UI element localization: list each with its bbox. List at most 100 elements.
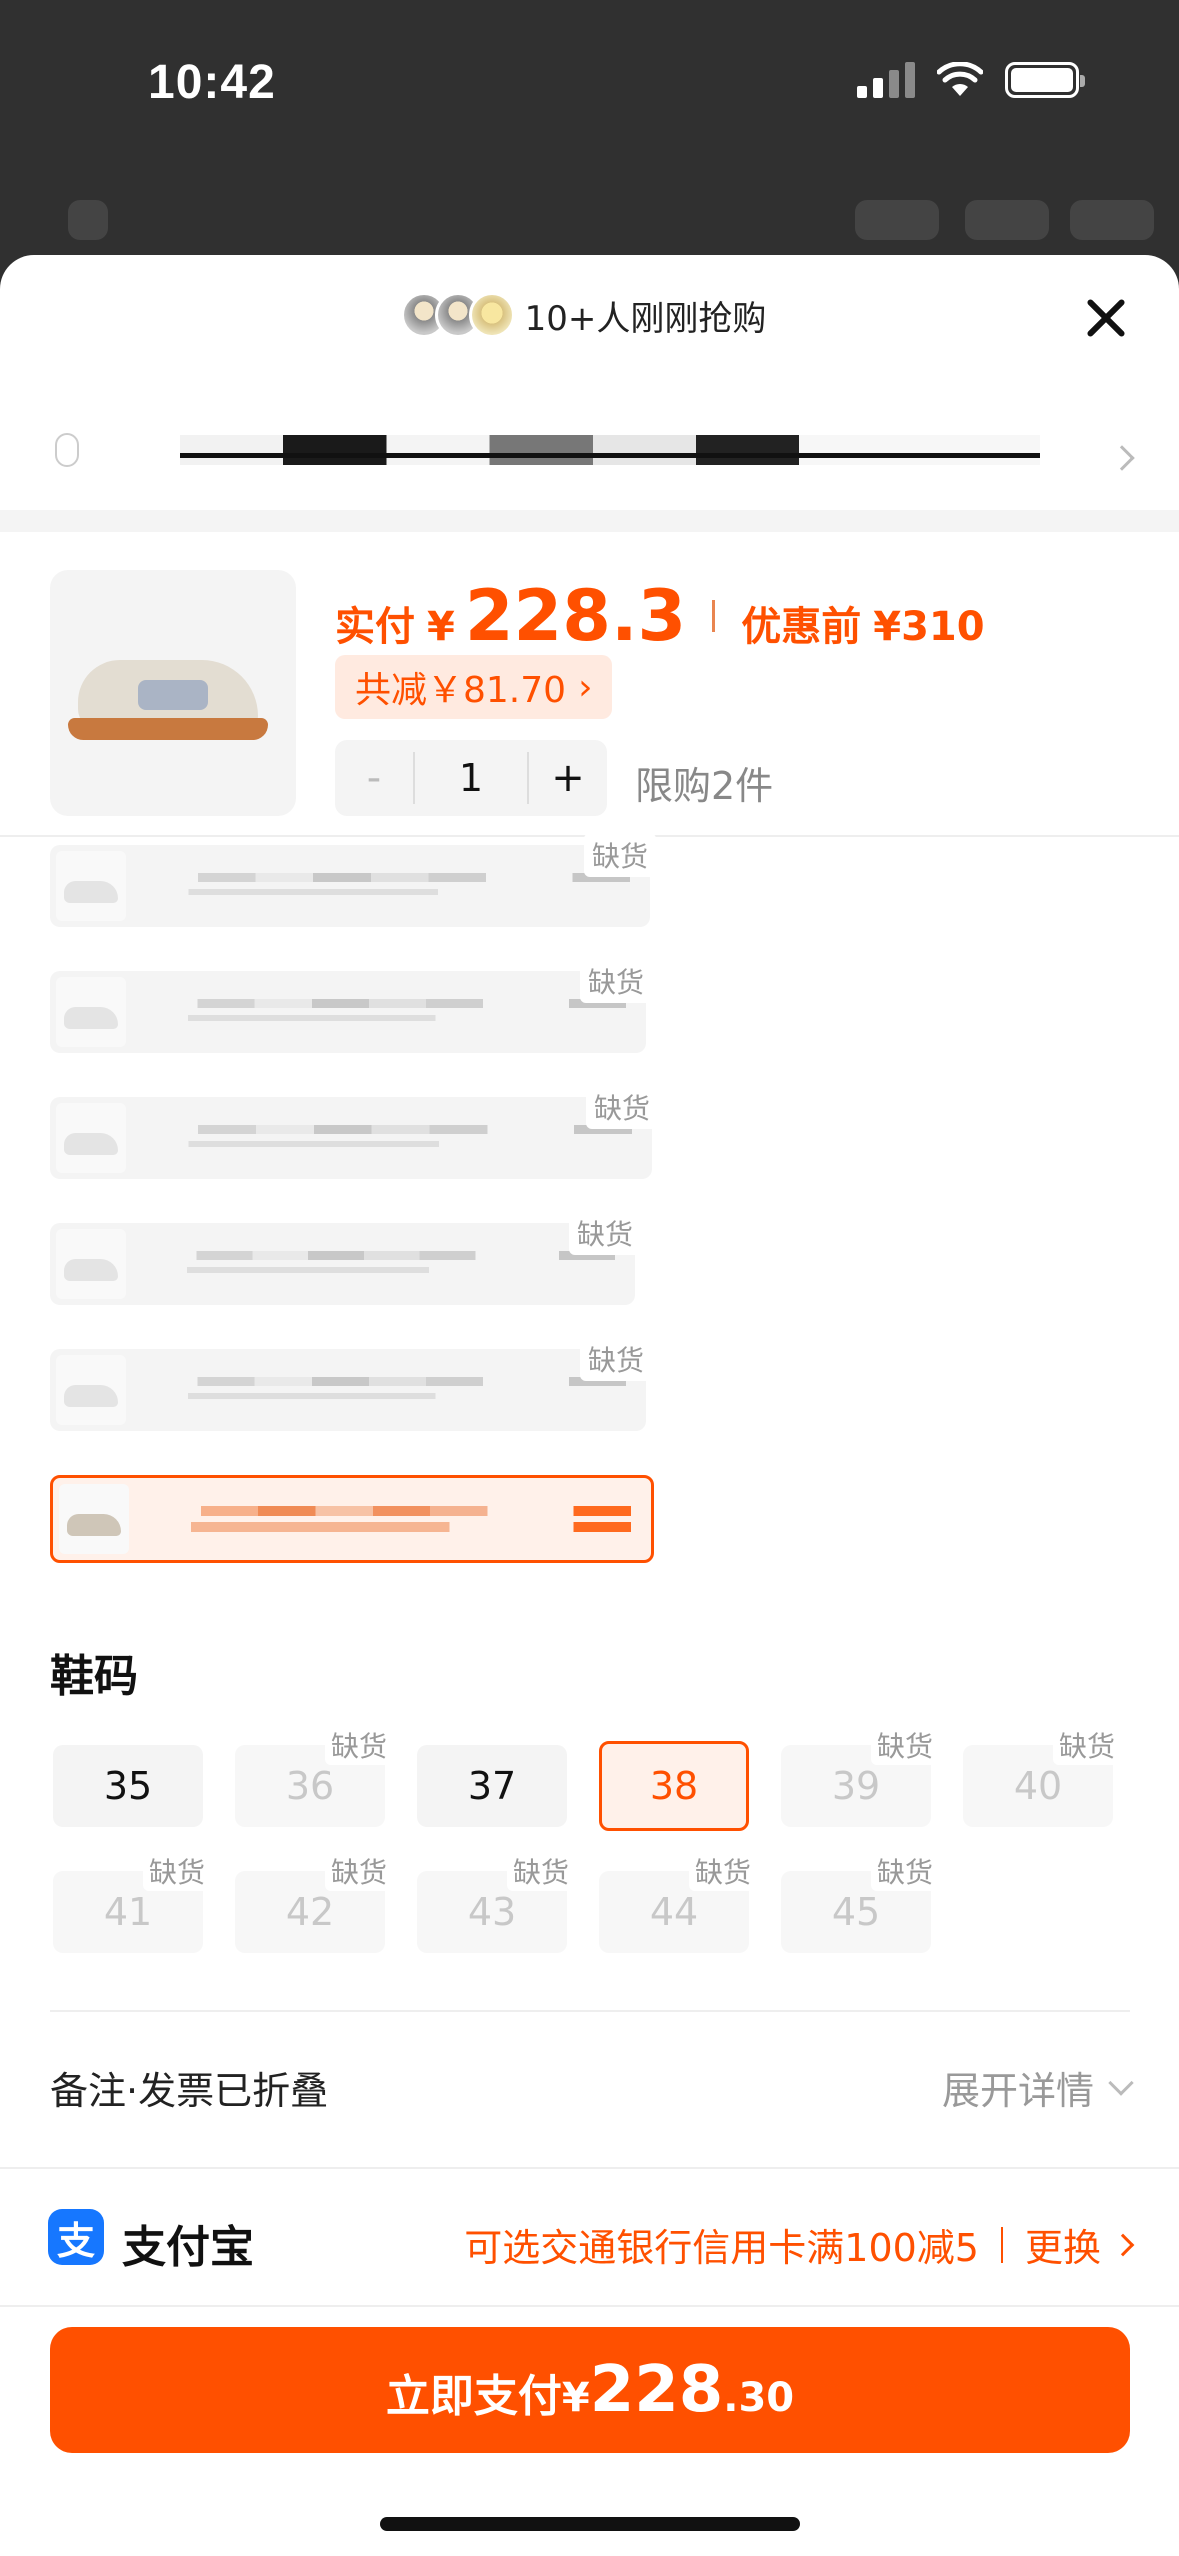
variant-name-redacted xyxy=(153,1506,631,1532)
variant-name-redacted xyxy=(150,873,630,899)
variant-thumb xyxy=(56,1355,126,1425)
status-bar: 10:42 xyxy=(0,0,1179,200)
pay-button-currency: ¥ xyxy=(561,2375,590,2421)
size-option[interactable]: 42 缺货 xyxy=(235,1851,393,1953)
soldout-badge: 缺货 xyxy=(870,1725,939,1765)
cart-icon xyxy=(965,200,1049,240)
soldout-badge: 缺货 xyxy=(324,1725,393,1765)
soldout-badge: 缺货 xyxy=(583,833,656,877)
pay-now-button[interactable]: 立即支付 ¥ 228 .30 xyxy=(50,2327,1130,2453)
soldout-badge: 缺货 xyxy=(688,1851,757,1891)
variant-name-redacted xyxy=(150,999,626,1025)
size-option[interactable]: 44 缺货 xyxy=(599,1851,757,1953)
share-icon xyxy=(855,200,939,240)
variant-option-selected[interactable] xyxy=(50,1475,654,1563)
close-icon[interactable] xyxy=(1083,295,1129,341)
remark-label: 备注·发票已折叠 xyxy=(50,2069,329,2113)
quantity-stepper: - 1 + xyxy=(335,740,607,816)
size-label: 36 xyxy=(285,1764,335,1808)
size-option[interactable]: 36 缺货 xyxy=(235,1725,393,1827)
address-text-redacted xyxy=(180,435,1040,475)
divider xyxy=(50,2010,1130,2012)
variant-option[interactable]: 缺货 xyxy=(50,959,652,1053)
purchase-limit: 限购2件 xyxy=(635,764,774,808)
divider xyxy=(0,2305,1179,2307)
variant-thumb xyxy=(59,1484,129,1554)
chevron-down-icon xyxy=(1108,2069,1134,2096)
expand-details-toggle[interactable]: 展开详情 xyxy=(941,2060,1134,2115)
size-option[interactable]: 45 缺货 xyxy=(781,1851,939,1953)
chevron-right-icon xyxy=(1109,445,1135,471)
size-label: 45 xyxy=(831,1890,881,1934)
soldout-badge: 缺货 xyxy=(142,1851,211,1891)
size-option[interactable]: 37 xyxy=(417,1745,567,1827)
original-price-label: 优惠前 xyxy=(741,604,862,650)
size-label: 37 xyxy=(467,1764,517,1808)
price-row: 实付 ¥ 228.3 优惠前 ¥310 xyxy=(335,575,985,657)
pay-button-label: 立即支付 xyxy=(385,2371,562,2422)
soldout-badge: 缺货 xyxy=(870,1851,939,1891)
soldout-badge: 缺货 xyxy=(585,1085,658,1129)
social-proof-text: 10+人刚刚抢购 xyxy=(524,298,767,339)
section-gap xyxy=(0,510,1179,532)
size-option[interactable]: 41 缺货 xyxy=(53,1851,211,1953)
chevron-right-icon xyxy=(1111,2233,1135,2256)
variant-option[interactable]: 缺货 xyxy=(50,1211,641,1305)
size-label: 42 xyxy=(285,1890,335,1934)
checkout-sheet: 10+人刚刚抢购 实付 ¥ 228.3 优惠前 ¥310 共减￥81.70 › … xyxy=(0,255,1179,2556)
variant-option[interactable]: 缺货 xyxy=(50,1337,652,1431)
qty-plus-button[interactable]: + xyxy=(529,755,607,801)
size-option-selected[interactable]: 38 xyxy=(599,1741,749,1831)
discount-chip[interactable]: 共减￥81.70 › xyxy=(335,655,613,719)
final-price: 228.3 xyxy=(464,575,687,657)
variant-option[interactable]: 缺货 xyxy=(50,1085,658,1179)
variant-thumb xyxy=(56,851,126,921)
soldout-badge: 缺货 xyxy=(1052,1725,1121,1765)
price-divider xyxy=(712,600,716,632)
wifi-icon xyxy=(937,62,983,96)
size-label: 40 xyxy=(1013,1764,1063,1808)
remark-row[interactable]: 备注·发票已折叠 展开详情 xyxy=(50,2050,1134,2120)
buyer-avatars xyxy=(400,292,515,338)
price-currency: ¥ xyxy=(427,604,455,650)
pay-button-amount: 228 xyxy=(589,2353,724,2427)
soldout-badge: 缺货 xyxy=(568,1211,641,1255)
home-indicator[interactable] xyxy=(380,2517,800,2531)
qty-value[interactable]: 1 xyxy=(413,752,529,804)
size-label: 43 xyxy=(467,1890,517,1934)
change-payment-link[interactable]: 更换 xyxy=(1025,2217,1101,2272)
size-section-title: 鞋码 xyxy=(50,1651,138,1702)
size-label: 35 xyxy=(103,1764,153,1808)
payment-method-row[interactable]: 支 支付宝 可选交通银行信用卡满100减5 更换 xyxy=(0,2185,1179,2285)
variant-thumb xyxy=(56,977,126,1047)
payment-method-name: 支付宝 xyxy=(122,2222,254,2273)
location-icon xyxy=(55,433,79,467)
size-option[interactable]: 43 缺货 xyxy=(417,1851,575,1953)
status-icons xyxy=(857,62,1085,98)
signal-icon xyxy=(857,62,915,98)
variant-name-redacted xyxy=(150,1125,632,1151)
payment-promo[interactable]: 可选交通银行信用卡满100减5 更换 xyxy=(464,2217,1135,2272)
shoe-illustration xyxy=(68,640,278,750)
soldout-badge: 缺货 xyxy=(506,1851,575,1891)
soldout-badge: 缺货 xyxy=(324,1851,393,1891)
payment-promo-text: 可选交通银行信用卡满100减5 xyxy=(464,2226,979,2270)
back-icon xyxy=(68,200,108,240)
expand-details-label: 展开详情 xyxy=(941,2069,1094,2113)
size-option[interactable]: 35 xyxy=(53,1745,203,1827)
address-row[interactable] xyxy=(0,405,1179,495)
pay-button-amount-decimal: .30 xyxy=(723,2375,795,2421)
qty-minus-button[interactable]: - xyxy=(335,755,413,801)
original-price: ¥310 xyxy=(873,604,985,650)
price-prefix: 实付 xyxy=(335,604,415,650)
alipay-icon: 支 xyxy=(48,2209,104,2265)
product-image[interactable] xyxy=(50,570,296,816)
divider xyxy=(0,2167,1179,2169)
soldout-badge: 缺货 xyxy=(579,1337,652,1381)
variant-option[interactable]: 缺货 xyxy=(50,833,656,927)
size-label: 39 xyxy=(831,1764,881,1808)
size-label: 41 xyxy=(103,1890,153,1934)
variant-name-redacted xyxy=(150,1377,626,1403)
size-option[interactable]: 39 缺货 xyxy=(781,1725,939,1827)
size-option[interactable]: 40 缺货 xyxy=(963,1725,1121,1827)
